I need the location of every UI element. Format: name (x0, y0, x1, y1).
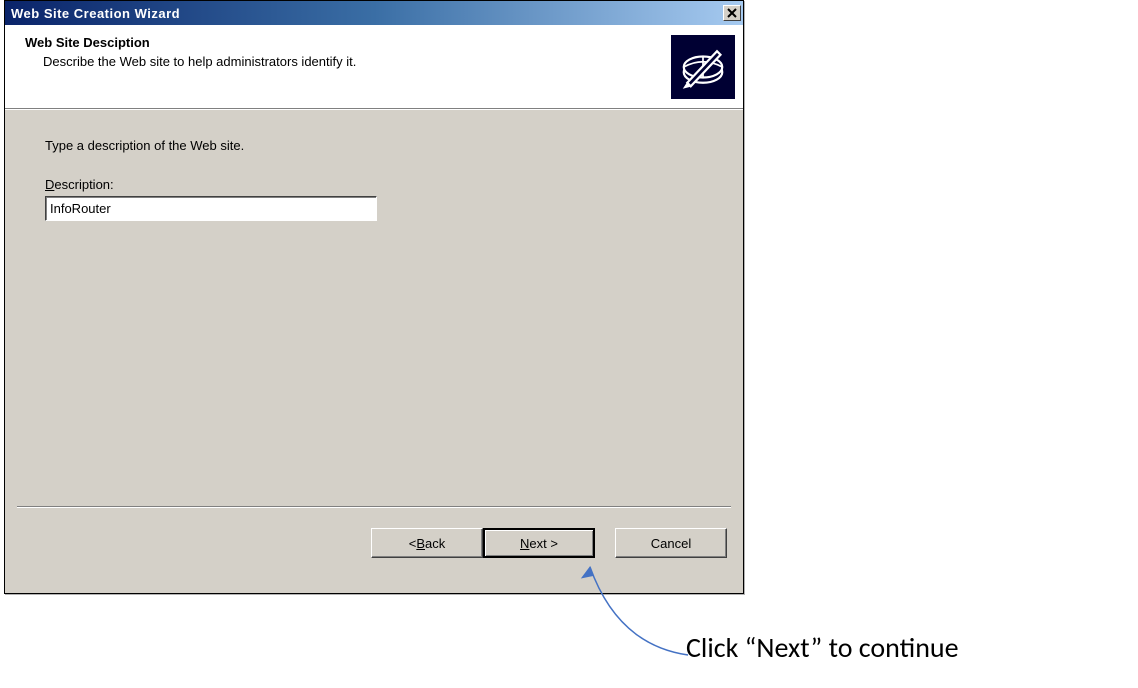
window-title: Web Site Creation Wizard (11, 6, 180, 21)
annotation-text: Click “Next” to continue (686, 630, 959, 665)
next-button[interactable]: Next > (483, 528, 595, 558)
back-button[interactable]: < Back (371, 528, 483, 558)
header-text-block: Web Site Desciption Describe the Web sit… (25, 35, 671, 108)
nav-button-group: < Back Next > (371, 528, 595, 558)
header-title: Web Site Desciption (25, 35, 671, 50)
annotation-arrow (578, 555, 698, 665)
content-area: Type a description of the Web site. Desc… (5, 110, 743, 506)
description-label: Description: (45, 177, 703, 192)
cancel-button[interactable]: Cancel (615, 528, 727, 558)
close-icon (727, 8, 737, 18)
wizard-icon (671, 35, 735, 99)
titlebar[interactable]: Web Site Creation Wizard (5, 1, 743, 25)
wizard-window: Web Site Creation Wizard Web Site Descip… (4, 0, 744, 594)
wizard-header: Web Site Desciption Describe the Web sit… (5, 25, 743, 109)
close-button[interactable] (723, 5, 741, 21)
book-pen-icon (675, 39, 731, 95)
description-input[interactable] (45, 196, 377, 221)
content-prompt: Type a description of the Web site. (45, 138, 703, 153)
header-subtitle: Describe the Web site to help administra… (25, 54, 671, 69)
button-row: < Back Next > Cancel (5, 508, 743, 558)
